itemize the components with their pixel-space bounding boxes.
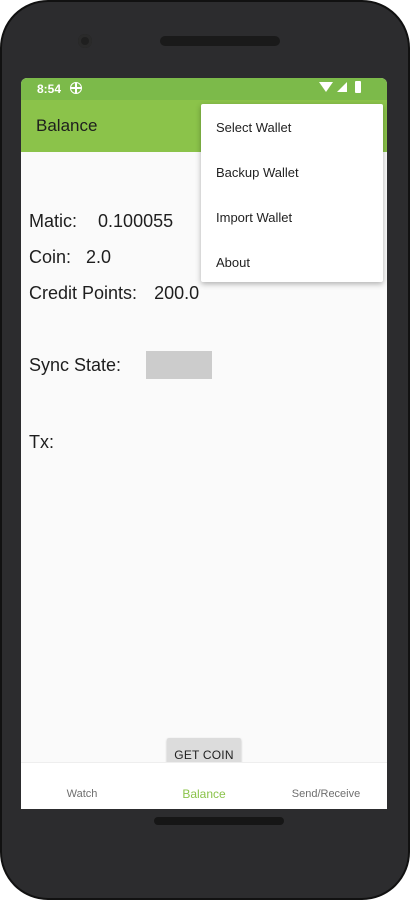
credit-row: Credit Points: 200.0 xyxy=(29,283,199,304)
signal-icon xyxy=(337,82,347,92)
app-screen: 8:54 Balance Matic: 0.100055 Coin: 2.0 C… xyxy=(21,78,387,809)
bottom-navigation: Watch Balance Send/Receive xyxy=(21,762,387,809)
nav-item-balance[interactable]: Balance xyxy=(143,787,265,801)
sync-label: Sync State: xyxy=(29,355,122,375)
matic-row: Matic: 0.100055 xyxy=(29,211,173,232)
page-title: Balance xyxy=(36,116,98,135)
menu-item-backup-wallet[interactable]: Backup Wallet xyxy=(216,165,299,180)
tx-label: Tx: xyxy=(29,432,54,452)
credit-label: Credit Points: xyxy=(29,283,138,303)
battery-icon xyxy=(355,81,361,93)
status-bar: 8:54 xyxy=(21,78,387,100)
credit-value: 200.0 xyxy=(154,283,200,303)
overflow-menu: Select Wallet Backup Wallet Import Walle… xyxy=(201,104,383,282)
menu-item-select-wallet[interactable]: Select Wallet xyxy=(216,120,291,135)
phone-frame: 8:54 Balance Matic: 0.100055 Coin: 2.0 C… xyxy=(0,0,410,900)
status-time: 8:54 xyxy=(37,82,62,96)
nav-item-send-receive[interactable]: Send/Receive xyxy=(265,788,387,800)
front-camera xyxy=(78,34,92,48)
earpiece-speaker xyxy=(160,36,280,46)
wifi-icon xyxy=(319,82,333,92)
sync-state-indicator xyxy=(146,351,212,379)
bottom-speaker xyxy=(154,817,284,825)
coin-label: Coin: xyxy=(29,247,72,267)
nav-item-watch[interactable]: Watch xyxy=(21,788,143,800)
tx-row: Tx: xyxy=(29,432,54,453)
sync-row: Sync State: xyxy=(29,355,121,376)
coin-value: 2.0 xyxy=(86,247,112,267)
menu-item-about[interactable]: About xyxy=(216,255,250,270)
coin-row: Coin: 2.0 xyxy=(29,247,111,268)
matic-label: Matic: xyxy=(29,211,78,231)
globe-icon xyxy=(70,82,82,94)
menu-item-import-wallet[interactable]: Import Wallet xyxy=(216,210,292,225)
matic-value: 0.100055 xyxy=(98,211,174,231)
